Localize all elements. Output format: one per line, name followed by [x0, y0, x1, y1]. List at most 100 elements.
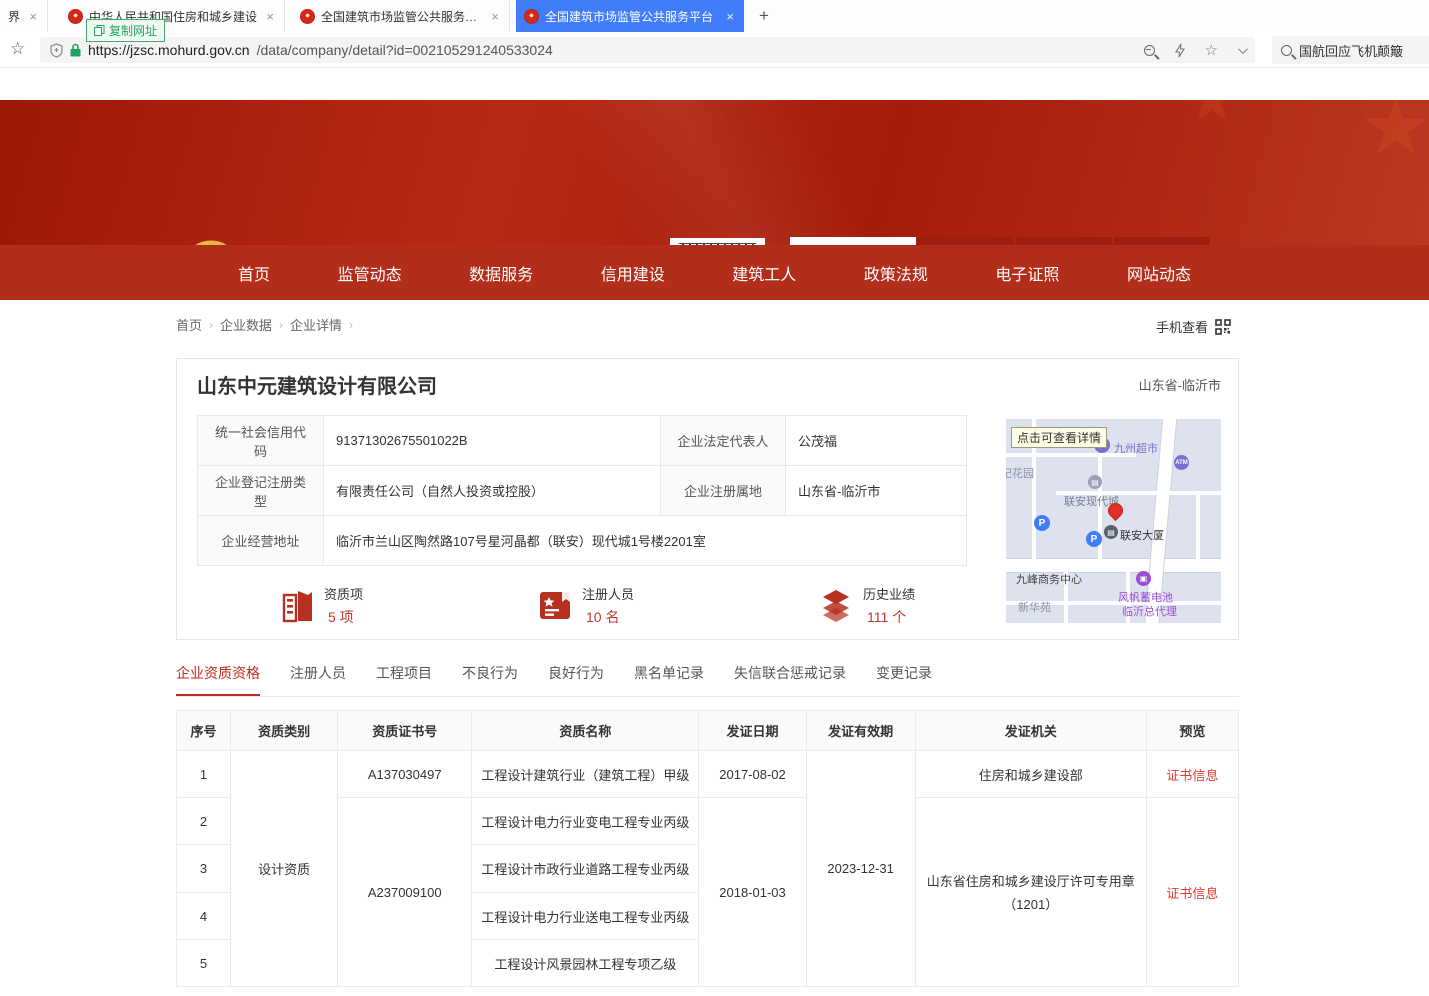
map-label: 九州超市 — [1114, 440, 1158, 456]
certificate-info-link[interactable]: 证书信息 — [1166, 886, 1218, 901]
stat-label: 历史业绩 — [863, 584, 915, 603]
tab-blacklist[interactable]: 黑名单记录 — [634, 663, 704, 696]
legal-rep-label: 企业法定代表人 — [661, 416, 786, 466]
zoom-out-icon[interactable] — [1144, 45, 1155, 56]
browser-toolbar: ☆ https://jzsc.mohurd.gov.cn/data/compan… — [0, 32, 1429, 68]
stat-value: 10 名 — [582, 607, 634, 627]
close-icon[interactable]: × — [27, 9, 39, 24]
table-row: 1 设计资质 A137030497 工程设计建筑行业（建筑工程）甲级 2017-… — [177, 751, 1239, 798]
copy-url-tooltip[interactable]: 复制网址 — [86, 19, 165, 42]
emblem-favicon-icon — [300, 9, 315, 24]
issuing-authority: 山东省住房和城乡建设厅许可专用章 （1201） — [915, 798, 1146, 987]
issuing-authority: 住房和城乡建设部 — [915, 751, 1146, 798]
browser-tab-jzsc-1[interactable]: 全国建筑市场监管公共服务平台 × — [292, 0, 510, 32]
tab-bad-behavior[interactable]: 不良行为 — [462, 663, 518, 696]
tab-registered-personnel[interactable]: 注册人员 — [290, 663, 346, 696]
tab-title: 界 — [8, 8, 21, 25]
breadcrumb-company-detail[interactable]: 企业详情 — [290, 315, 342, 334]
chevron-down-icon[interactable] — [1238, 44, 1248, 54]
search-tab-project[interactable]: 建设项目 — [1016, 237, 1112, 245]
issue-date: 2018-01-03 — [699, 798, 806, 987]
browser-tab-partial[interactable]: 界 × — [0, 0, 48, 32]
address-label: 企业经营地址 — [198, 516, 324, 566]
qualification-name: 工程设计电力行业送电工程专业丙级 — [472, 893, 699, 940]
company-location-map[interactable]: 点击可查看详情 ⌂ 九州超市 ATM 纪花园 ▤ 联安现代城 ▤ 联安大厦 P … — [1006, 419, 1221, 623]
certificate-info-link[interactable]: 证书信息 — [1166, 768, 1218, 783]
breadcrumb-separator: › — [209, 318, 213, 332]
new-tab-button[interactable]: + — [752, 4, 776, 28]
stat-registered-personnel[interactable]: 注册人员 10 名 — [538, 579, 634, 631]
table-row: 企业经营地址 临沂市兰山区陶然路107号星河晶都（联安）现代城1号楼2201室 — [198, 516, 967, 566]
entity-search-tabs: 建设工程企业 从业人员 建设项目 诚信记录 — [790, 237, 1210, 245]
mobile-view-link[interactable]: 手机查看 — [1156, 317, 1231, 336]
stat-label: 注册人员 — [582, 584, 634, 603]
tab-good-behavior[interactable]: 良好行为 — [548, 663, 604, 696]
nav-item-site-news[interactable]: 网站动态 — [1127, 261, 1191, 285]
col-header-authority: 发证机关 — [915, 711, 1146, 751]
tab-qualifications[interactable]: 企业资质资格 — [176, 663, 260, 696]
map-label: 联安大厦 — [1120, 527, 1164, 543]
breadcrumb-separator: › — [349, 318, 353, 332]
nav-item-home[interactable]: 首页 — [238, 261, 270, 285]
company-name: 山东中元建筑设计有限公司 — [197, 370, 437, 399]
reg-type-value: 有限责任公司（自然人投资或控股） — [324, 466, 661, 516]
search-tab-credit[interactable]: 诚信记录 — [1114, 237, 1210, 245]
close-icon[interactable]: × — [264, 9, 276, 24]
col-header-category: 资质类别 — [231, 711, 338, 751]
reg-place-label: 企业注册属地 — [661, 466, 786, 516]
flash-icon[interactable] — [1175, 43, 1185, 58]
browser-tabstrip: 界 × 中华人民共和国住房和城乡建设 × 全国建筑市场监管公共服务平台 × 全国… — [0, 0, 1429, 32]
bookmark-star-icon[interactable]: ☆ — [10, 39, 25, 59]
shield-icon[interactable] — [50, 43, 63, 58]
breadcrumb-home[interactable]: 首页 — [176, 315, 202, 334]
stat-label: 资质项 — [324, 584, 363, 603]
nav-item-ecert[interactable]: 电子证照 — [995, 261, 1059, 285]
col-header-preview: 预览 — [1146, 711, 1238, 751]
table-row: 企业登记注册类型 有限责任公司（自然人投资或控股） 企业注册属地 山东省-临沂市 — [198, 466, 967, 516]
nav-item-credit[interactable]: 信用建设 — [601, 261, 665, 285]
nav-item-workers[interactable]: 建筑工人 — [732, 261, 796, 285]
store-icon: ▣ — [1136, 571, 1151, 586]
cert-number: A137030497 — [338, 751, 472, 798]
company-region: 山东省-临沂市 — [1139, 375, 1221, 394]
company-info-table: 统一社会信用代码 91371302675501022B 企业法定代表人 公茂福 … — [197, 415, 967, 566]
close-icon[interactable]: × — [724, 9, 736, 24]
breadcrumb-separator: › — [279, 318, 283, 332]
tab-change-records[interactable]: 变更记录 — [876, 663, 932, 696]
search-icon — [1281, 45, 1292, 56]
search-tab-enterprise[interactable]: 建设工程企业 — [790, 237, 916, 245]
credit-code-label: 统一社会信用代码 — [198, 416, 324, 466]
address-value: 临沂市兰山区陶然路107号星河晶都（联安）现代城1号楼2201室 — [324, 516, 967, 566]
map-tooltip: 点击可查看详情 — [1011, 427, 1107, 448]
toolbar-search-box[interactable]: 国航回应飞机颠簸 — [1272, 36, 1429, 64]
qualification-name: 工程设计建筑行业（建筑工程）甲级 — [472, 751, 699, 798]
address-bar[interactable]: https://jzsc.mohurd.gov.cn/data/company/… — [40, 37, 1255, 63]
flag-star-decoration: ★ — [1360, 100, 1429, 173]
authority-line2: （1201） — [924, 894, 1138, 913]
breadcrumb-company-data[interactable]: 企业数据 — [220, 315, 272, 334]
tab-projects[interactable]: 工程项目 — [376, 663, 432, 696]
browser-tab-jzsc-active[interactable]: 全国建筑市场监管公共服务平台 × — [516, 0, 744, 32]
tab-dishonesty-records[interactable]: 失信联合惩戒记录 — [734, 663, 846, 696]
stat-historical-performance[interactable]: 历史业绩111 个 — [819, 579, 915, 631]
authority-line1: 山东省住房和城乡建设厅许可专用章 — [924, 871, 1138, 890]
site-banner: ★ ★ ★ 中华人民共和国住房和城乡建设部 www.mohurd.gov.cn … — [0, 100, 1429, 245]
search-tab-personnel[interactable]: 从业人员 — [918, 237, 1014, 245]
stat-qualifications[interactable]: 资质项5 项 — [282, 579, 363, 631]
favorite-star-icon[interactable]: ☆ — [1205, 41, 1218, 59]
personnel-card-icon — [538, 588, 572, 622]
credit-code-value: 91371302675501022B — [324, 416, 661, 466]
nav-item-data-service[interactable]: 数据服务 — [469, 261, 533, 285]
address-bar-actions: ☆ — [1144, 41, 1245, 59]
toolbar-search-text: 国航回应飞机颠簸 — [1299, 41, 1403, 60]
cert-number: A237009100 — [338, 798, 472, 987]
nav-item-policy[interactable]: 政策法规 — [864, 261, 928, 285]
detail-tabs: 企业资质资格 注册人员 工程项目 不良行为 良好行为 黑名单记录 失信联合惩戒记… — [176, 663, 1239, 697]
col-header-name: 资质名称 — [472, 711, 699, 751]
emblem-favicon-icon — [68, 9, 83, 24]
breadcrumb: 首页 › 企业数据 › 企业详情 › — [176, 315, 353, 334]
close-icon[interactable]: × — [489, 9, 501, 24]
qualification-name: 工程设计电力行业变电工程专业丙级 — [472, 798, 699, 845]
qualification-building-icon — [282, 587, 314, 623]
nav-item-supervision[interactable]: 监管动态 — [338, 261, 402, 285]
